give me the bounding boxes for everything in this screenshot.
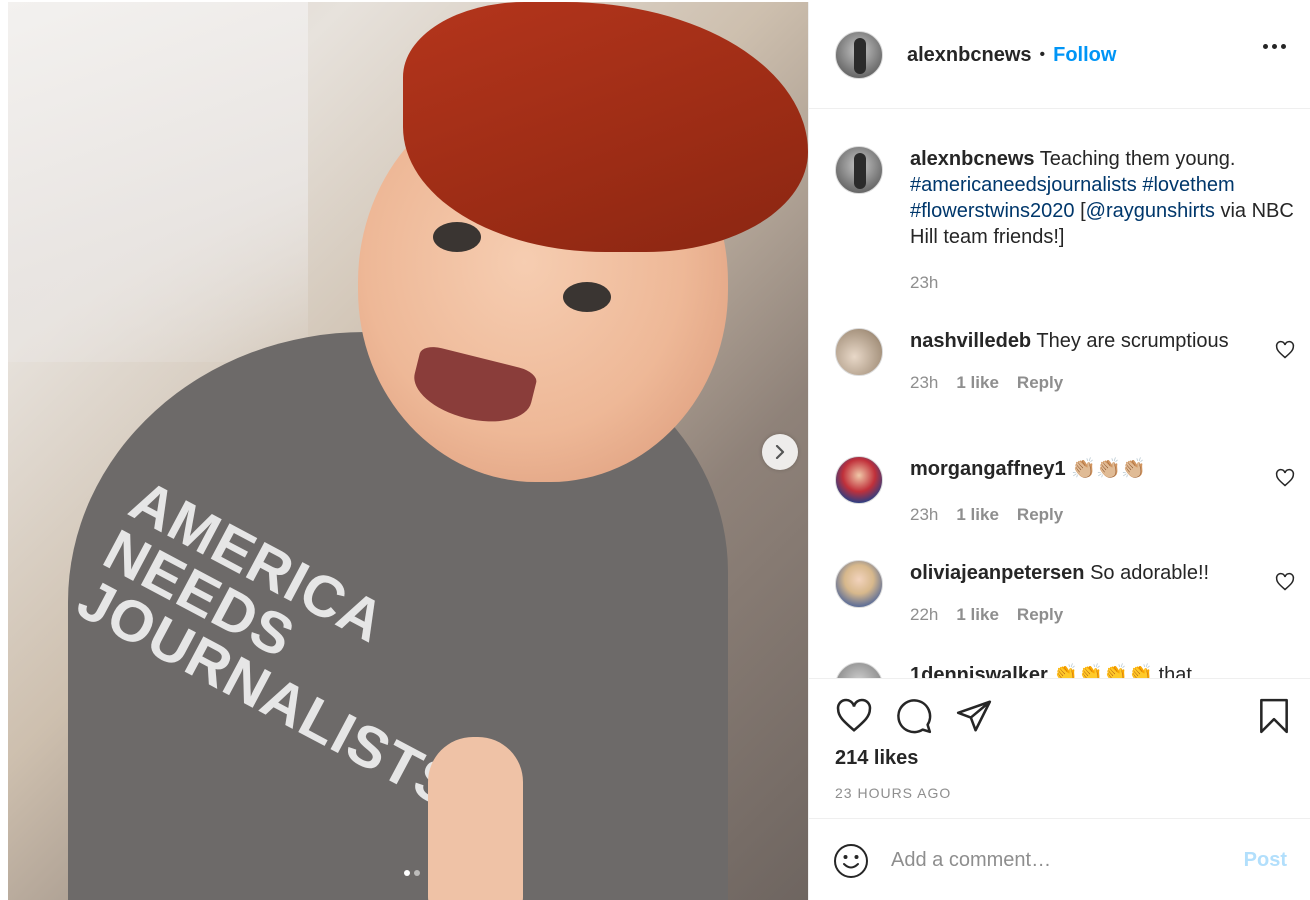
- comment-icon[interactable]: [895, 697, 933, 735]
- more-icon: [1263, 44, 1268, 49]
- chevron-right-icon: [775, 445, 785, 459]
- avatar[interactable]: [835, 560, 883, 608]
- list-item: 1denniswalker 👏👏👏👏 that: [835, 662, 1295, 678]
- caption: alexnbcnews Teaching them young. #americ…: [835, 146, 1295, 296]
- avatar[interactable]: [835, 662, 883, 678]
- post-timestamp[interactable]: 23 HOURS AGO: [835, 785, 951, 801]
- carousel-dots: [404, 870, 420, 876]
- post-photo[interactable]: AMERICA NEEDS JOURNALISTS: [8, 2, 808, 900]
- comment-username[interactable]: 1denniswalker: [910, 664, 1048, 678]
- comment-time[interactable]: 23h: [910, 502, 938, 528]
- add-comment-bar: Post: [809, 818, 1310, 900]
- carousel-dot-2[interactable]: [414, 870, 420, 876]
- header-username[interactable]: alexnbcnews: [907, 44, 1032, 67]
- comment-input[interactable]: [891, 849, 1221, 872]
- mention-link[interactable]: @raygunshirts: [1086, 200, 1215, 222]
- photo-eye-right: [563, 282, 611, 312]
- heart-icon[interactable]: [1275, 572, 1295, 592]
- reply-button[interactable]: Reply: [1017, 502, 1063, 528]
- heart-icon[interactable]: [835, 697, 873, 735]
- reply-button[interactable]: Reply: [1017, 370, 1063, 396]
- caption-time[interactable]: 23h: [910, 270, 938, 296]
- avatar[interactable]: [835, 328, 883, 376]
- comment-username[interactable]: oliviajeanpetersen: [910, 562, 1085, 584]
- comment-time[interactable]: 23h: [910, 370, 938, 396]
- photo-thumb: [428, 737, 523, 900]
- photo-blanket: [8, 2, 308, 362]
- comment-text: They are scrumptious: [1036, 330, 1229, 352]
- carousel-dot-1[interactable]: [404, 870, 410, 876]
- caption-text: Teaching them young.: [1039, 148, 1236, 170]
- comment-username[interactable]: morgangaffney1: [910, 458, 1066, 480]
- follow-button[interactable]: Follow: [1053, 44, 1116, 67]
- header-separator: •: [1039, 46, 1046, 63]
- comment-likes[interactable]: 1 like: [956, 370, 999, 396]
- comment-username[interactable]: nashvilledeb: [910, 330, 1031, 352]
- hashtag-link[interactable]: #americaneedsjournalists: [910, 174, 1137, 196]
- carousel-next-button[interactable]: [762, 434, 798, 470]
- heart-icon[interactable]: [1275, 340, 1295, 360]
- list-item: oliviajeanpetersen So adorable!! 22h 1 l…: [835, 560, 1295, 628]
- emoji-icon[interactable]: [833, 843, 869, 879]
- caption-username[interactable]: alexnbcnews: [910, 148, 1035, 170]
- comment-time[interactable]: 22h: [910, 602, 938, 628]
- post-actions: 214 likes 23 HOURS AGO: [809, 678, 1310, 818]
- comment-text: 👏👏👏👏 that: [1053, 664, 1192, 678]
- photo-eye-left: [433, 222, 481, 252]
- avatar[interactable]: [835, 456, 883, 504]
- list-item: nashvilledeb They are scrumptious 23h 1 …: [835, 328, 1295, 396]
- comment-text: 👏🏼👏🏼👏🏼: [1071, 458, 1146, 480]
- photo-headband: [403, 2, 808, 252]
- list-item: morgangaffney1 👏🏼👏🏼👏🏼 23h 1 like Reply: [835, 456, 1295, 528]
- more-options-button[interactable]: [1263, 44, 1286, 49]
- post-side-panel: alexnbcnews • Follow alexnbcnews Teachin…: [808, 2, 1310, 900]
- comment-text: So adorable!!: [1090, 562, 1210, 584]
- reply-button[interactable]: Reply: [1017, 602, 1063, 628]
- hashtag-link[interactable]: #flowerstwins2020: [910, 200, 1075, 222]
- share-icon[interactable]: [955, 697, 993, 735]
- avatar[interactable]: [835, 31, 883, 79]
- bookmark-icon[interactable]: [1255, 697, 1293, 735]
- likes-count[interactable]: 214 likes: [835, 747, 918, 770]
- avatar[interactable]: [835, 146, 883, 194]
- post-button[interactable]: Post: [1244, 849, 1287, 872]
- post-header: alexnbcnews • Follow: [809, 2, 1310, 109]
- heart-icon[interactable]: [1275, 468, 1295, 488]
- comments-list[interactable]: alexnbcnews Teaching them young. #americ…: [809, 110, 1310, 678]
- comment-likes[interactable]: 1 like: [956, 602, 999, 628]
- hashtag-link[interactable]: #lovethem: [1142, 174, 1234, 196]
- comment-likes[interactable]: 1 like: [956, 502, 999, 528]
